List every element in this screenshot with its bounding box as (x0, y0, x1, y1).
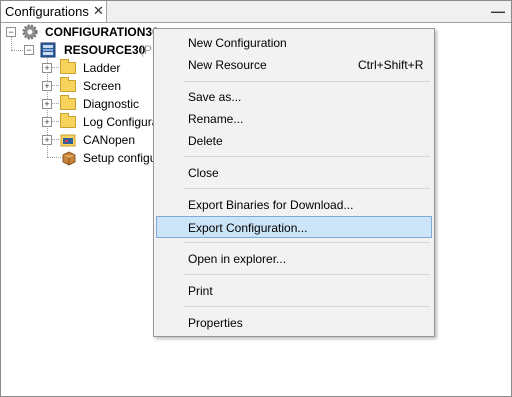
minimize-icon[interactable]: — (491, 3, 505, 19)
setup-icon (62, 151, 76, 166)
tree-node-label: Screen (83, 79, 122, 93)
menu-item-close[interactable]: Close (156, 162, 432, 184)
menu-item-label: Delete (188, 134, 223, 148)
menu-separator (184, 306, 430, 307)
menu-separator (184, 242, 430, 243)
tree-node-screen[interactable]: + Screen (1, 77, 161, 95)
menu-item-export-configuration[interactable]: Export Configuration... (156, 216, 432, 238)
tree-node-resource[interactable]: − RESOURCE30 (PL (1, 41, 161, 59)
tree-node-setup-configuration[interactable]: Setup configur (1, 149, 154, 167)
tree-node-diagnostic[interactable]: + Diagnostic (1, 95, 161, 113)
tree-node-label: Log Configurati (83, 115, 154, 129)
tree-node-ladder[interactable]: + Ladder (1, 59, 161, 77)
tree-node-log-configuration[interactable]: + Log Configurati (1, 113, 154, 131)
menu-item-label: Export Configuration... (188, 221, 308, 235)
menu-item-new-configuration[interactable]: New Configuration (156, 32, 432, 54)
tree-node-configuration[interactable]: − CONFIGURATION30 (1, 23, 161, 41)
folder-icon (60, 77, 76, 92)
folder-icon (60, 59, 76, 74)
collapse-icon[interactable]: − (6, 27, 16, 37)
tree-node-label: Setup configur (83, 151, 154, 165)
menu-item-label: Close (188, 166, 219, 180)
gear-icon (22, 24, 38, 40)
tree-node-canopen[interactable]: + CANopen (1, 131, 154, 149)
menu-item-label: Open in explorer... (188, 252, 287, 266)
menu-item-print[interactable]: Print (156, 280, 432, 302)
menu-item-shortcut: Ctrl+Shift+R (358, 58, 424, 72)
menu-item-save-as[interactable]: Save as... (156, 86, 432, 108)
expand-icon[interactable]: + (42, 63, 52, 73)
menu-separator (184, 188, 430, 189)
tree-node-label: Diagnostic (83, 97, 140, 111)
folder-icon (60, 113, 76, 128)
tree-node-label: Ladder (83, 61, 121, 75)
configuration-label: CONFIGURATION30 (45, 25, 159, 39)
menu-item-label: Print (188, 284, 213, 298)
context-menu: New Configuration New Resource Ctrl+Shif… (153, 28, 435, 337)
menu-separator (184, 156, 430, 157)
menu-item-export-binaries[interactable]: Export Binaries for Download... (156, 194, 432, 216)
menu-item-label: New Resource (188, 58, 267, 72)
menu-item-label: Rename... (188, 112, 244, 126)
tab-bar: Configurations ✕ — (1, 1, 511, 23)
menu-item-label: Export Binaries for Download... (188, 198, 354, 212)
menu-item-label: New Configuration (188, 36, 287, 50)
canopen-icon (60, 134, 76, 147)
folder-icon (60, 95, 76, 110)
tree-node-label: CANopen (83, 133, 136, 147)
resource-label: RESOURCE30 (64, 43, 146, 57)
expand-icon[interactable]: + (42, 81, 52, 91)
expand-icon[interactable]: + (42, 135, 52, 145)
menu-item-new-resource[interactable]: New Resource Ctrl+Shift+R (156, 54, 432, 76)
expand-icon[interactable]: + (42, 117, 52, 127)
tab-label: Configurations (5, 4, 89, 19)
menu-item-label: Save as... (188, 90, 242, 104)
tab-configurations[interactable]: Configurations ✕ (1, 1, 107, 22)
menu-item-delete[interactable]: Delete (156, 130, 432, 152)
menu-separator (184, 274, 430, 275)
menu-item-open-in-explorer[interactable]: Open in explorer... (156, 248, 432, 270)
menu-item-rename[interactable]: Rename... (156, 108, 432, 130)
expand-icon[interactable]: + (42, 99, 52, 109)
menu-item-properties[interactable]: Properties (156, 312, 432, 334)
menu-separator (184, 81, 430, 82)
collapse-icon[interactable]: − (24, 45, 34, 55)
menu-item-label: Properties (188, 316, 243, 330)
resource-icon (40, 42, 56, 58)
close-icon[interactable]: ✕ (93, 3, 104, 19)
